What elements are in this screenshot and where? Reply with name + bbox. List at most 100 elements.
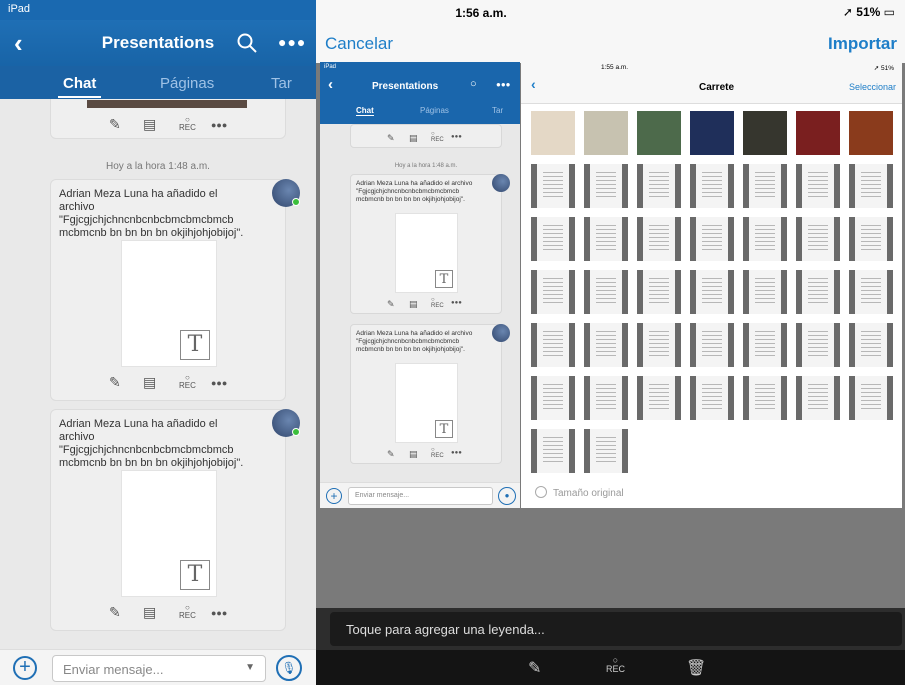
photo-thumbnail[interactable] — [690, 111, 734, 155]
message-input[interactable]: Enviar mensaje... ▼ — [52, 655, 266, 682]
photo-thumbnail[interactable] — [637, 164, 681, 208]
message-card: Adrian Meza Luna ha añadido el archivo "… — [50, 409, 286, 631]
photo-thumbnail[interactable] — [796, 270, 840, 314]
photo-thumbnail[interactable] — [796, 323, 840, 367]
document-thumbnail[interactable]: T — [121, 240, 217, 367]
avatar[interactable] — [272, 179, 300, 207]
tab-chat[interactable]: Chat — [57, 75, 102, 98]
avatar[interactable] — [272, 409, 300, 437]
photo-thumbnail[interactable] — [849, 217, 893, 261]
photo-thumbnail[interactable] — [690, 270, 734, 314]
more-icon[interactable]: ●●● — [211, 608, 227, 618]
preview-record-icon: ○ REC — [431, 447, 444, 459]
photo-thumbnail[interactable] — [690, 323, 734, 367]
photo-thumbnail[interactable] — [531, 323, 575, 367]
photo-thumbnail[interactable] — [584, 376, 628, 420]
photo-thumbnail[interactable] — [531, 429, 575, 473]
photo-thumbnail[interactable] — [584, 164, 628, 208]
search-icon[interactable] — [236, 32, 258, 54]
photo-thumbnail[interactable] — [531, 111, 575, 155]
photo-thumbnail[interactable] — [743, 111, 787, 155]
photo-thumbnail[interactable] — [637, 111, 681, 155]
preview-nav-bar: iPad ‹ Presentations ○ ●●● Chat Páginas … — [320, 62, 520, 124]
photo-thumbnail[interactable] — [743, 164, 787, 208]
photo-thumbnail[interactable] — [584, 270, 628, 314]
photo-thumbnail[interactable] — [796, 111, 840, 155]
preview-comment-icon: ▤ — [409, 449, 418, 459]
record-icon[interactable]: ○ REC — [606, 656, 625, 674]
record-icon[interactable]: ○ REC — [179, 374, 196, 390]
photo-thumbnail[interactable] — [584, 111, 628, 155]
message-actions: ✎ ▤ ○ REC ●●● — [51, 116, 287, 138]
edit-icon[interactable]: ✎ — [109, 374, 121, 391]
photo-thumbnail[interactable] — [743, 270, 787, 314]
chat-feed[interactable]: ✎ ▤ ○ REC ●●● Hoy a la hora 1:48 a.m. Adr… — [0, 99, 316, 649]
preview-more-icon: ●●● — [451, 134, 462, 140]
caption-input[interactable]: Toque para agregar una leyenda... — [330, 612, 902, 646]
dropdown-arrow-icon[interactable]: ▼ — [245, 662, 255, 673]
preview-avatar — [492, 324, 510, 342]
cancel-button[interactable]: Cancelar — [325, 34, 393, 54]
preview-microphone-icon: ● — [498, 487, 516, 505]
device-label: iPad — [8, 3, 31, 15]
edit-icon[interactable]: ✎ — [109, 116, 121, 133]
preview-text-file-icon: T — [435, 420, 453, 438]
preview-chat-pane: iPad ‹ Presentations ○ ●●● Chat Páginas … — [320, 62, 520, 508]
photo-thumbnail[interactable] — [584, 323, 628, 367]
preview-message-text: Adrian Meza Luna ha añadido el archivo "… — [356, 180, 473, 203]
photo-thumbnail[interactable] — [849, 376, 893, 420]
add-attachment-button[interactable]: + — [13, 656, 37, 680]
photo-thumbnail[interactable] — [796, 376, 840, 420]
page-title: Presentations — [101, 33, 215, 52]
comment-icon[interactable]: ▤ — [143, 604, 156, 621]
message-text: Adrian Meza Luna ha añadido el archivo "… — [59, 188, 244, 239]
photo-thumbnail[interactable] — [796, 217, 840, 261]
message-actions: ✎ ▤ ○ REC ●●● — [51, 604, 287, 626]
preview-battery: ➚ 51% — [873, 65, 894, 72]
photo-thumbnail[interactable] — [584, 217, 628, 261]
photo-thumbnail[interactable] — [531, 164, 575, 208]
comment-icon[interactable]: ▤ — [143, 374, 156, 391]
more-icon[interactable]: ●●● — [211, 378, 227, 388]
photo-thumbnail[interactable] — [637, 270, 681, 314]
preview-message-card: Adrian Meza Luna ha añadido el archivo "… — [350, 174, 502, 314]
photo-thumbnail[interactable] — [637, 323, 681, 367]
photo-thumbnail[interactable] — [743, 217, 787, 261]
comment-icon[interactable]: ▤ — [143, 116, 156, 133]
record-icon[interactable]: ○ REC — [179, 116, 196, 132]
photo-thumbnail[interactable] — [584, 429, 628, 473]
preview-back-icon: ‹ — [531, 76, 536, 92]
photo-thumbnail[interactable] — [690, 164, 734, 208]
photo-thumbnail[interactable] — [531, 376, 575, 420]
photo-thumbnail[interactable] — [743, 323, 787, 367]
edit-icon[interactable]: ✎ — [109, 604, 121, 621]
microphone-button[interactable]: 🎙 — [276, 655, 302, 681]
photo-thumbnail[interactable] — [690, 376, 734, 420]
photo-thumbnail[interactable] — [531, 217, 575, 261]
edit-icon[interactable]: ✎ — [528, 658, 541, 678]
photo-thumbnail[interactable] — [796, 164, 840, 208]
document-thumbnail[interactable]: T — [121, 470, 217, 597]
tab-tasks[interactable]: Tar — [271, 75, 292, 92]
photo-thumbnail[interactable] — [637, 217, 681, 261]
photo-thumbnail[interactable] — [531, 270, 575, 314]
preview-edit-icon: ✎ — [387, 299, 395, 309]
record-icon[interactable]: ○ REC — [179, 604, 196, 620]
photo-thumbnail[interactable] — [849, 111, 893, 155]
battery-indicator: ➚ 51% ▭ — [842, 5, 895, 19]
preview-message-card: Adrian Meza Luna ha añadido el archivo "… — [350, 324, 502, 464]
photo-thumbnail[interactable] — [849, 270, 893, 314]
more-icon[interactable]: ●●● — [211, 120, 227, 130]
photo-thumbnail[interactable] — [637, 376, 681, 420]
preview-comment-icon: ▤ — [409, 299, 418, 309]
photo-thumbnail[interactable] — [849, 323, 893, 367]
screenshot-preview: iPad ‹ Presentations ○ ●●● Chat Páginas … — [320, 62, 902, 508]
photo-thumbnail[interactable] — [743, 376, 787, 420]
photo-thumbnail[interactable] — [849, 164, 893, 208]
more-icon[interactable]: ●●● — [278, 34, 306, 50]
trash-icon[interactable]: 🗑 — [686, 658, 706, 678]
import-button[interactable]: Importar — [828, 34, 897, 54]
caption-placeholder: Toque para agregar una leyenda... — [346, 622, 545, 637]
tab-pages[interactable]: Páginas — [160, 75, 214, 92]
photo-thumbnail[interactable] — [690, 217, 734, 261]
